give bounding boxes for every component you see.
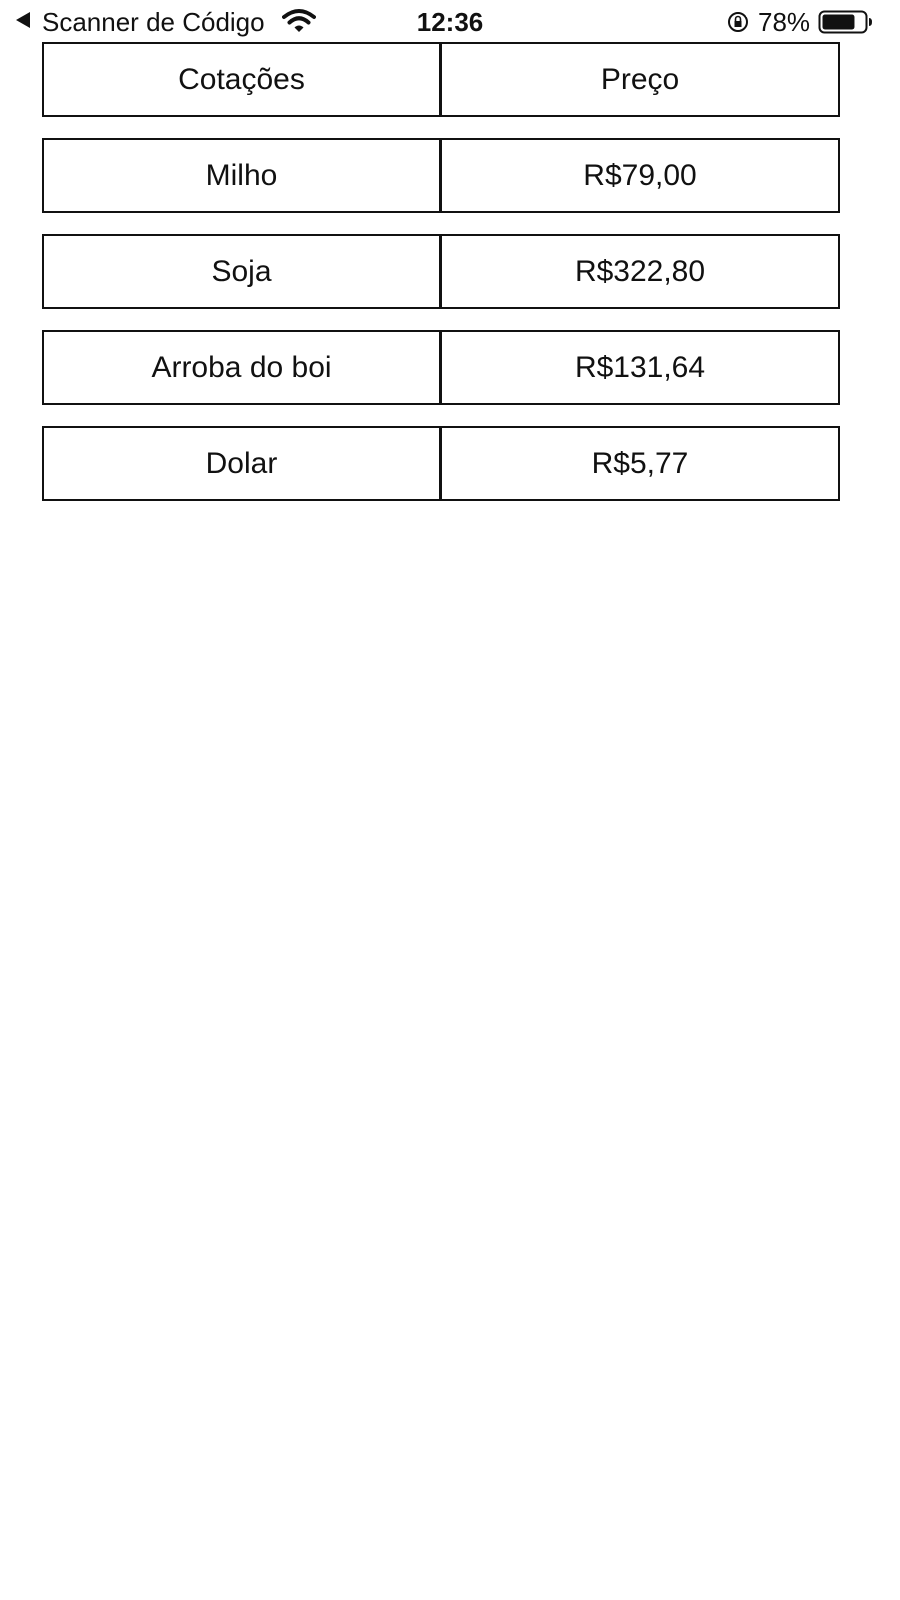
- table-header-row: Cotações Preço: [42, 42, 840, 117]
- status-bar: Scanner de Código 12:36 78%: [0, 0, 900, 44]
- commodity-price: R$5,77: [441, 426, 840, 501]
- orientation-lock-icon: [728, 12, 750, 32]
- commodity-price: R$131,64: [441, 330, 840, 405]
- table-row: Arroba do boi R$131,64: [42, 330, 840, 405]
- header-cell-quotes: Cotações: [42, 42, 441, 117]
- commodity-name: Soja: [42, 234, 441, 309]
- battery-icon: [818, 10, 872, 34]
- header-cell-price: Preço: [441, 42, 840, 117]
- commodity-name: Milho: [42, 138, 441, 213]
- table-row: Dolar R$5,77: [42, 426, 840, 501]
- table-row: Milho R$79,00: [42, 138, 840, 213]
- commodity-price: R$322,80: [441, 234, 840, 309]
- table-row: Soja R$322,80: [42, 234, 840, 309]
- commodity-name: Dolar: [42, 426, 441, 501]
- commodity-price: R$79,00: [441, 138, 840, 213]
- quotes-table: Cotações Preço Milho R$79,00 Soja R$322,…: [42, 42, 840, 522]
- battery-percent: 78%: [758, 7, 811, 37]
- commodity-name: Arroba do boi: [42, 330, 441, 405]
